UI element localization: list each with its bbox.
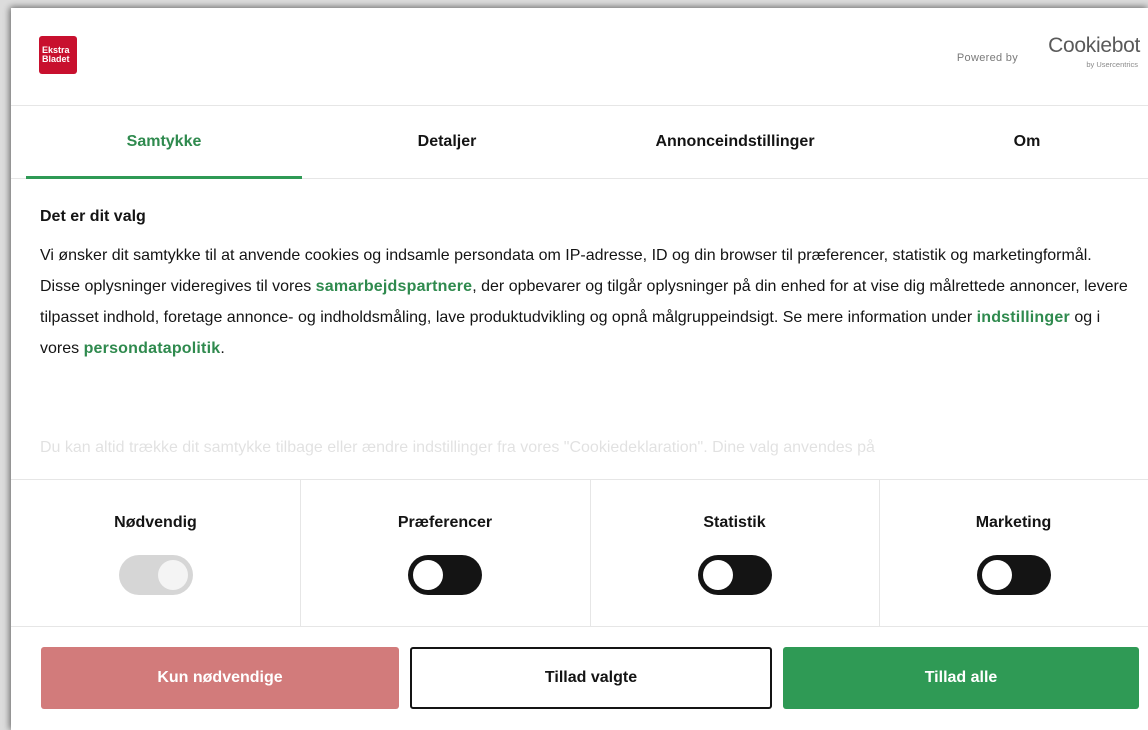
toggle-statistics[interactable]: [697, 555, 772, 595]
toggle-knob: [702, 560, 733, 590]
toggle-preferences[interactable]: [408, 555, 482, 595]
cookie-consent-dialog: Ekstra Bladet Powered by Cookiebot by Us…: [11, 8, 1148, 730]
category-preferences: Præferencer: [300, 480, 591, 626]
category-label-preferences: Præferencer: [397, 514, 493, 531]
tab-bar: Samtykke Detaljer Annonceindstillinger O…: [11, 105, 1148, 179]
cookiebot-logo[interactable]: Cookiebot by Usercentrics: [1022, 30, 1140, 80]
necessary-only-button[interactable]: Kun nødvendige: [41, 647, 399, 709]
consent-categories: Nødvendig Præferencer Statistik Marketin…: [11, 479, 1148, 627]
partners-link[interactable]: samarbejdspartnere: [316, 278, 473, 295]
tab-samtykke[interactable]: Samtykke: [26, 105, 302, 179]
ekstra-bladet-logo: Ekstra Bladet: [39, 36, 77, 74]
category-label-statistics: Statistik: [703, 514, 766, 531]
consent-heading: Det er dit valg: [40, 208, 146, 225]
dialog-header: Ekstra Bladet Powered by Cookiebot by Us…: [11, 8, 1148, 106]
consent-content: Det er dit valg Vi ønsker dit samtykke t…: [40, 208, 1130, 364]
privacy-policy-link[interactable]: persondatapolitik: [84, 340, 221, 357]
faded-overflow-text: Du kan altid trække dit samtykke tilbage…: [40, 439, 875, 456]
category-marketing: Marketing: [879, 480, 1148, 626]
tab-annonceindstillinger[interactable]: Annonceindstillinger: [597, 105, 873, 178]
tab-om[interactable]: Om: [889, 105, 1148, 178]
logo-line-2: Bladet: [42, 54, 70, 64]
settings-link[interactable]: indstillinger: [977, 309, 1070, 326]
category-label-marketing: Marketing: [975, 514, 1052, 531]
category-statistics: Statistik: [590, 480, 880, 626]
powered-by-label: Powered by: [956, 52, 1018, 64]
consent-text-part-4: .: [220, 340, 225, 357]
allow-selected-button[interactable]: Tillad valgte: [410, 647, 772, 709]
consent-text: Vi ønsker dit samtykke til at anvende co…: [40, 240, 1130, 364]
toggle-knob: [157, 560, 188, 590]
category-necessary: Nødvendig: [11, 480, 301, 626]
allow-all-button[interactable]: Tillad alle: [783, 647, 1139, 709]
cookiebot-sub: by Usercentrics: [1086, 60, 1138, 69]
cookiebot-name: Cookiebot: [1048, 34, 1140, 57]
toggle-knob: [981, 560, 1012, 590]
toggle-knob: [413, 560, 443, 590]
toggle-marketing[interactable]: [976, 555, 1051, 595]
tab-detaljer[interactable]: Detaljer: [309, 105, 585, 178]
toggle-necessary: [118, 555, 193, 595]
category-label-necessary: Nødvendig: [114, 514, 197, 531]
